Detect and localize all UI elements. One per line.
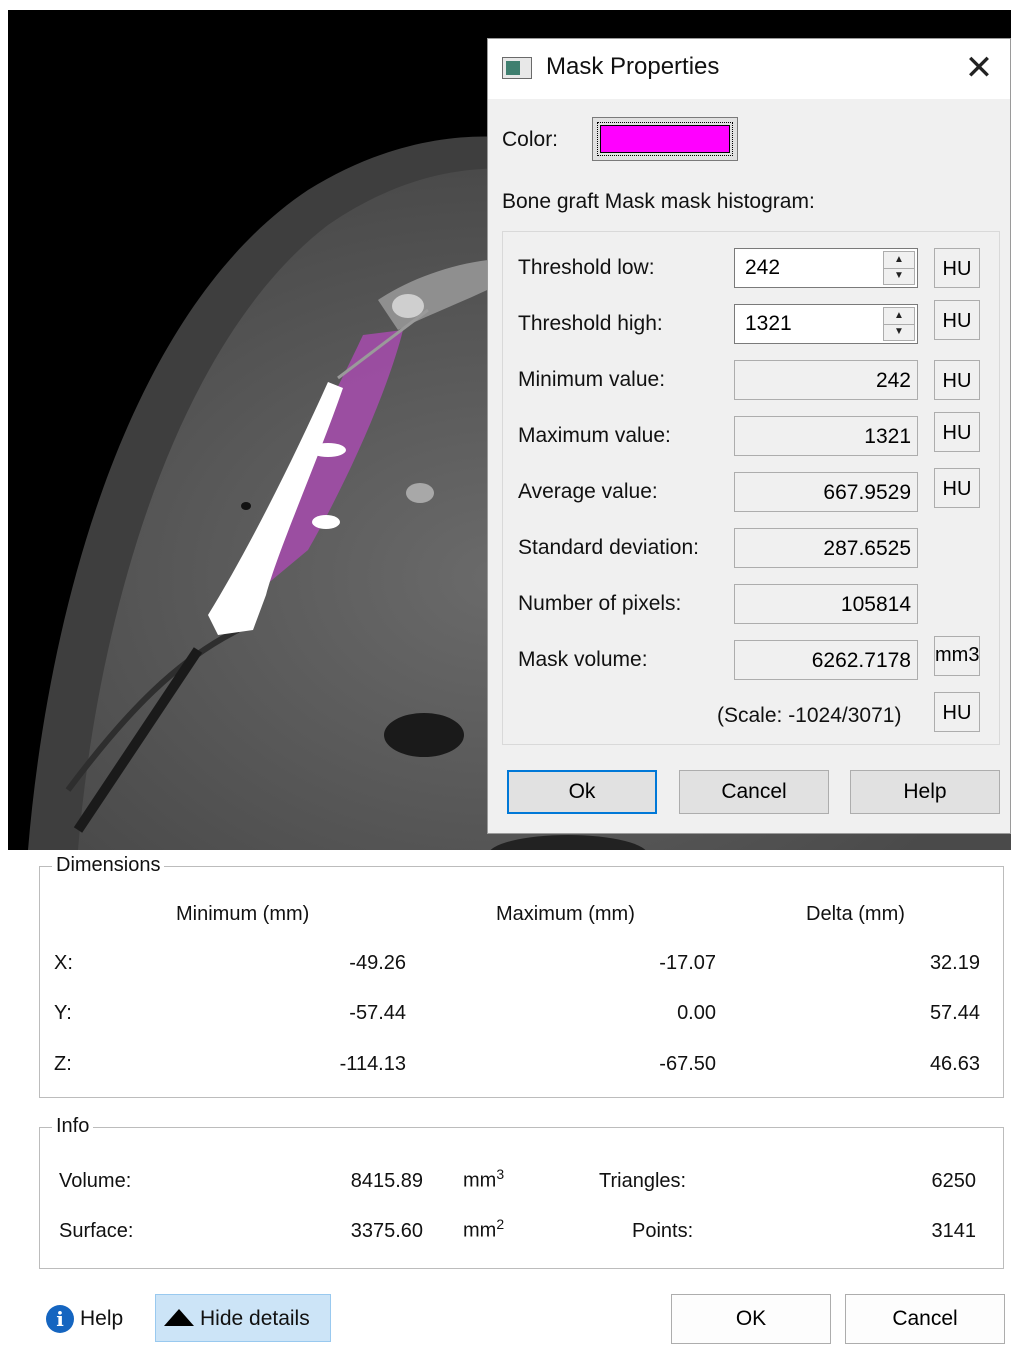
spin-up-icon[interactable]: ▲ — [884, 252, 914, 269]
maximum-value-label: Maximum value: — [518, 424, 671, 447]
y-delta: 57.44 — [929, 1002, 980, 1024]
volume-label: Volume: — [59, 1170, 132, 1192]
x-max: -17.07 — [659, 952, 716, 974]
hide-details-button[interactable]: Hide details — [155, 1294, 331, 1342]
minimum-value-label: Minimum value: — [518, 368, 666, 391]
ok-button[interactable]: OK — [671, 1294, 831, 1344]
threshold-low-value[interactable]: 242 — [745, 256, 780, 280]
unit-label: HU — [934, 248, 980, 288]
threshold-high-spinbox[interactable]: 1321 ▲ ▼ — [734, 304, 918, 344]
triangles-label: Triangles: — [599, 1170, 687, 1192]
spin-down-icon[interactable]: ▼ — [884, 268, 914, 284]
pixel-count-field: 105814 — [734, 584, 918, 624]
color-label: Color: — [502, 128, 559, 151]
triangle-up-icon — [164, 1309, 194, 1326]
points-value: 3141 — [931, 1220, 977, 1242]
scale-text: (Scale: -1024/3071) — [717, 704, 902, 727]
cancel-button[interactable]: Cancel — [845, 1294, 1005, 1344]
pixel-count-label: Number of pixels: — [518, 592, 682, 615]
surface-label: Surface: — [59, 1220, 134, 1242]
dialog-title: Mask Properties — [546, 53, 720, 80]
unit-label: HU — [934, 360, 980, 400]
threshold-high-value[interactable]: 1321 — [745, 312, 792, 336]
z-min: -114.13 — [339, 1053, 406, 1075]
header-delta: Delta (mm) — [806, 903, 905, 925]
info-group: Info — [39, 1115, 1004, 1269]
hide-details-label: Hide details — [200, 1307, 310, 1330]
ok-button[interactable]: Ok — [507, 770, 657, 814]
y-min: -57.44 — [349, 1002, 406, 1024]
std-dev-label: Standard deviation: — [518, 536, 699, 559]
volume-unit: mm3 — [463, 1166, 505, 1192]
unit-label: HU — [934, 468, 980, 508]
histogram-group: Threshold low: 242 ▲ ▼ HU Threshold high… — [502, 231, 1000, 745]
dimensions-title: Dimensions — [52, 854, 165, 877]
spin-down-icon[interactable]: ▼ — [884, 324, 914, 340]
header-maximum: Maximum (mm) — [496, 903, 635, 925]
mask-volume-field: 6262.7178 — [734, 640, 918, 680]
mask-volume-label: Mask volume: — [518, 648, 648, 671]
minimum-value-field: 242 — [734, 360, 918, 400]
threshold-low-label: Threshold low: — [518, 256, 655, 279]
unit-label: HU — [934, 412, 980, 452]
surface-value: 3375.60 — [350, 1220, 423, 1242]
surface-unit: mm2 — [463, 1216, 505, 1242]
triangles-value: 6250 — [931, 1170, 977, 1192]
unit-label: HU — [934, 300, 980, 340]
z-delta: 46.63 — [929, 1053, 980, 1075]
threshold-high-label: Threshold high: — [518, 312, 663, 335]
mask-color-swatch — [600, 125, 730, 153]
info-title: Info — [52, 1115, 94, 1138]
volume-value: 8415.89 — [350, 1170, 423, 1192]
average-value-label: Average value: — [518, 480, 658, 503]
axis-label: Y: — [54, 1002, 72, 1024]
average-value-field: 667.9529 — [734, 472, 918, 512]
spin-up-icon[interactable]: ▲ — [884, 308, 914, 325]
cancel-button[interactable]: Cancel — [679, 770, 829, 814]
y-max: 0.00 — [677, 1002, 716, 1024]
z-max: -67.50 — [659, 1053, 716, 1075]
help-button[interactable]: Help — [850, 770, 1000, 814]
close-icon[interactable]: ✕ — [962, 51, 996, 85]
dialog-titlebar[interactable]: Mask Properties ✕ — [488, 39, 1010, 99]
std-dev-field: 287.6525 — [734, 528, 918, 568]
axis-label: Z: — [54, 1053, 72, 1075]
maximum-value-field: 1321 — [734, 416, 918, 456]
unit-label: mm3 — [934, 636, 980, 676]
threshold-low-spinbox[interactable]: 242 ▲ ▼ — [734, 248, 918, 288]
app-icon — [502, 57, 532, 79]
histogram-label: Bone graft Mask mask histogram: — [502, 190, 815, 213]
color-picker-button[interactable] — [592, 117, 738, 161]
axis-label: X: — [54, 952, 73, 974]
header-minimum: Minimum (mm) — [176, 903, 310, 925]
mask-properties-dialog: Mask Properties ✕ Color: Bone graft Mask… — [487, 38, 1011, 834]
help-link[interactable]: Help — [80, 1307, 123, 1331]
x-delta: 32.19 — [929, 952, 980, 974]
points-label: Points: — [632, 1220, 694, 1242]
x-min: -49.26 — [349, 952, 406, 974]
info-icon[interactable]: i — [46, 1305, 74, 1333]
unit-label: HU — [934, 692, 980, 732]
